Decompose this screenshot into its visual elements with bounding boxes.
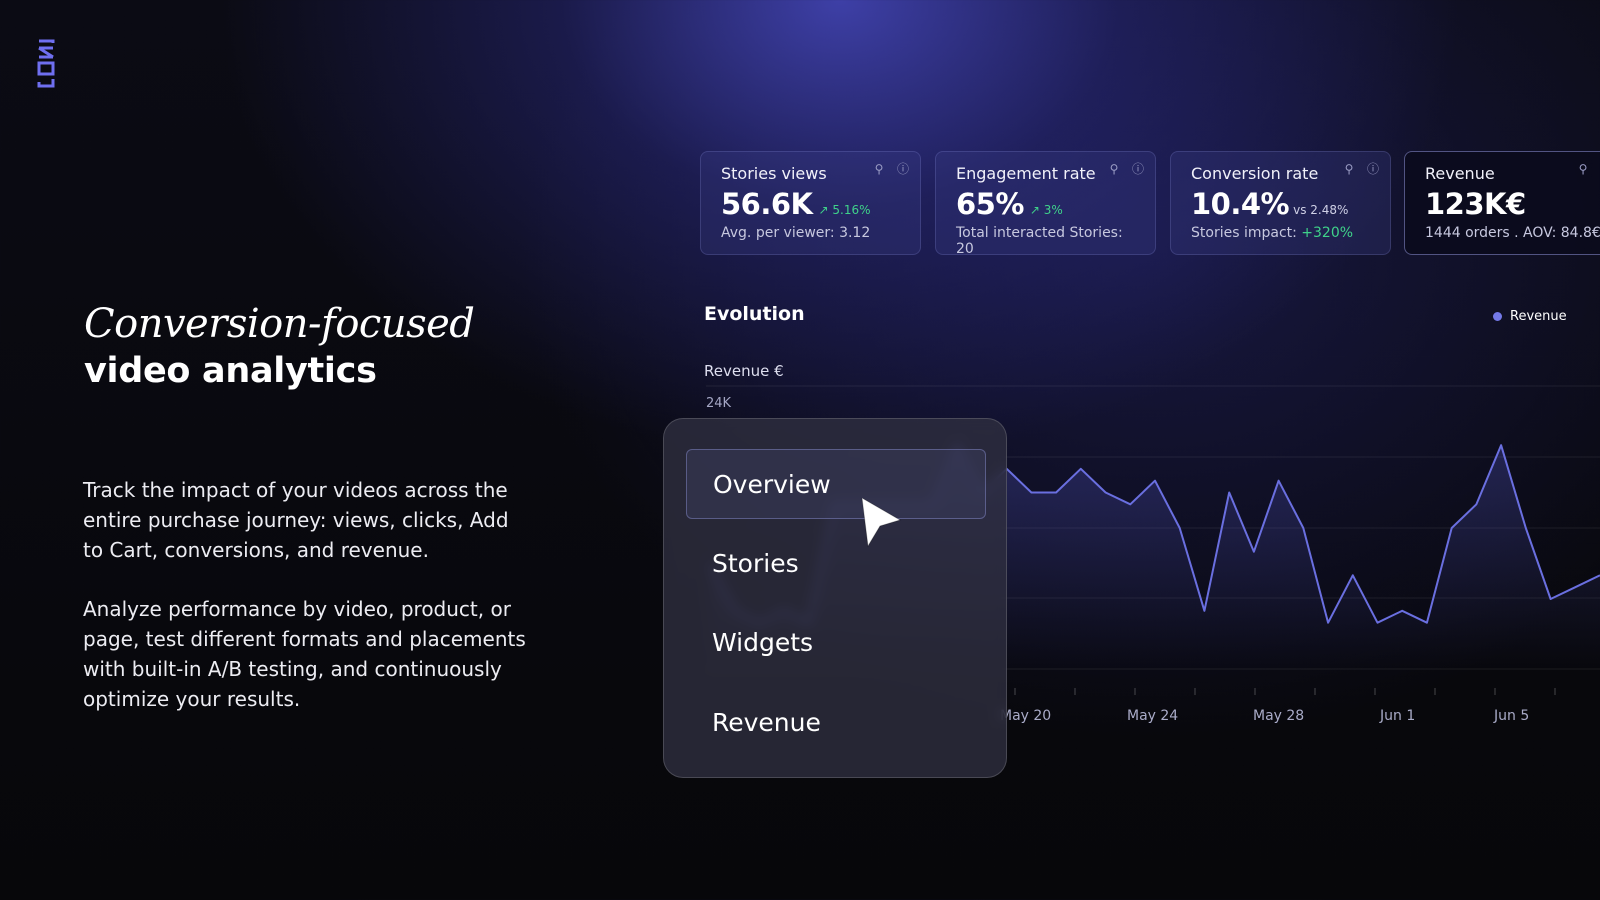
x-tick-label: May 20: [1000, 708, 1052, 724]
menu-item-stories[interactable]: Stories: [686, 529, 986, 599]
x-tick-label: Jun 5: [1494, 708, 1530, 724]
menu-item-revenue[interactable]: Revenue: [686, 688, 986, 758]
menu-item-overview[interactable]: Overview: [686, 449, 986, 519]
x-tick-label: May 24: [1127, 708, 1179, 724]
navigation-menu: Overview Stories Widgets Revenue: [663, 418, 1007, 778]
menu-item-widgets[interactable]: Widgets: [686, 608, 986, 678]
x-tick-label: Jun 1: [1380, 708, 1416, 724]
cursor-pointer-icon: [861, 498, 902, 548]
x-tick-label: May 28: [1253, 708, 1305, 724]
